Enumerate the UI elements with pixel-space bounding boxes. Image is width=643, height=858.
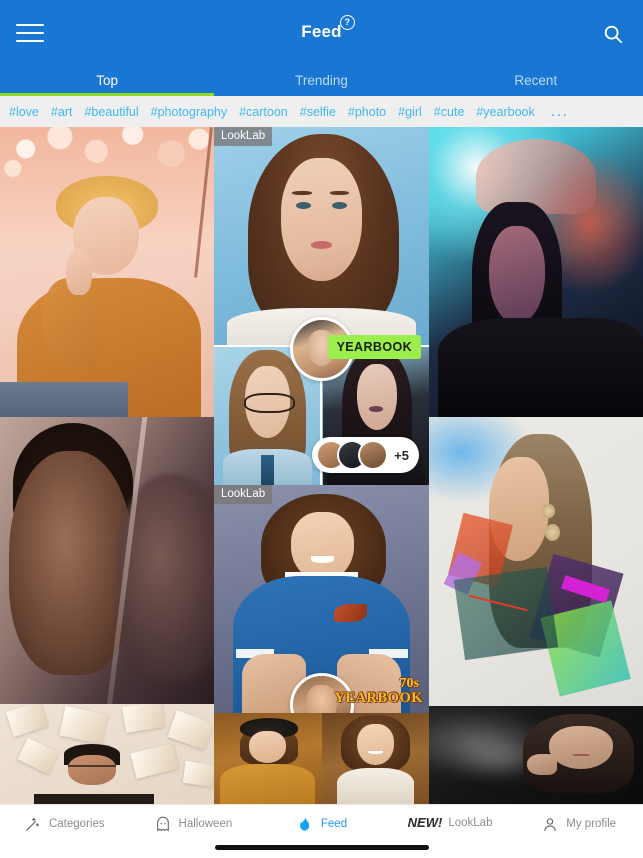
- post-image: [0, 127, 214, 417]
- magic-wand-icon: [24, 815, 42, 833]
- feed-card-looklab-yearbook-collage[interactable]: LookLab YEARBOOK +5: [214, 127, 429, 485]
- looklab-badge: LookLab: [214, 127, 273, 146]
- nav-item-halloween[interactable]: Halloween: [129, 805, 258, 833]
- bottom-navigation: Categories Halloween Feed NEW! LookLab M…: [0, 804, 643, 858]
- home-indicator: [214, 845, 429, 850]
- feed-grid[interactable]: LookLab YEARBOOK +5 LookLab 70s YEARBOOK: [0, 127, 643, 805]
- hashtag-girl[interactable]: #girl: [398, 105, 422, 119]
- hashtag-selfie[interactable]: #selfie: [300, 105, 336, 119]
- help-icon[interactable]: ?: [339, 15, 355, 30]
- nav-label-halloween: Halloween: [178, 818, 233, 830]
- page-title-text: Feed: [301, 22, 342, 41]
- post-image: [429, 417, 643, 706]
- search-icon[interactable]: [597, 18, 629, 50]
- hashtag-yearbook[interactable]: #yearbook: [476, 105, 534, 119]
- flame-icon: [296, 815, 314, 833]
- post-image: [0, 704, 214, 805]
- tab-top[interactable]: Top: [0, 64, 214, 96]
- app-root: Feed ? Top Trending Recent #love #art #b…: [0, 0, 643, 858]
- nav-label-feed: Feed: [320, 818, 348, 830]
- style-badge-yearbook: YEARBOOK: [327, 335, 421, 359]
- new-badge: NEW!: [407, 815, 443, 830]
- more-results-badge[interactable]: +5: [312, 437, 419, 473]
- post-image: [429, 127, 643, 417]
- nav-label-my-profile: My profile: [566, 818, 617, 830]
- tab-recent-label: Recent: [514, 72, 558, 88]
- yearbook-label: YEARBOOK: [334, 689, 423, 706]
- tab-trending-label: Trending: [295, 72, 348, 88]
- style-badge-70s-yearbook: 70s YEARBOOK: [334, 675, 423, 706]
- feed-card-geometric-collage-portrait[interactable]: [429, 417, 643, 706]
- post-image: [321, 713, 429, 805]
- search-glyph: [604, 25, 623, 44]
- feed-column-right: [429, 127, 643, 805]
- flame-glyph: [300, 817, 310, 831]
- nav-item-categories[interactable]: Categories: [0, 805, 129, 833]
- app-header: Feed ?: [0, 0, 643, 64]
- decade-label: 70s: [399, 675, 419, 691]
- hashtag-beautiful[interactable]: #beautiful: [84, 105, 138, 119]
- feed-card-dark-double-exposure[interactable]: [0, 417, 214, 704]
- person-icon: [541, 815, 559, 833]
- nav-label-looklab: LookLab: [448, 816, 493, 829]
- nav-item-looklab[interactable]: NEW! LookLab: [386, 805, 515, 830]
- post-image: [214, 713, 322, 805]
- nav-label-categories: Categories: [48, 818, 105, 830]
- hashtag-photo[interactable]: #photo: [348, 105, 386, 119]
- tab-recent[interactable]: Recent: [429, 64, 643, 96]
- nav-item-feed[interactable]: Feed: [257, 805, 386, 833]
- more-results-count: +5: [394, 447, 409, 463]
- result-thumb: [358, 440, 389, 470]
- feed-card-looklab-70s-yearbook[interactable]: LookLab 70s YEARBOOK: [214, 485, 429, 713]
- tab-top-label: Top: [96, 72, 119, 88]
- hashtag-cute[interactable]: #cute: [434, 105, 465, 119]
- person-glyph: [544, 817, 556, 831]
- post-image: [0, 417, 214, 704]
- feed-tabs: Top Trending Recent: [0, 64, 643, 96]
- tab-trending[interactable]: Trending: [214, 64, 428, 96]
- feed-card-autumn-illustration[interactable]: [0, 127, 214, 417]
- ghost-icon: [154, 815, 172, 833]
- feed-card-70s-duo-portraits[interactable]: [214, 713, 429, 805]
- hashtag-bar[interactable]: #love #art #beautiful #photography #cart…: [0, 96, 643, 127]
- hashtag-love[interactable]: #love: [9, 105, 39, 119]
- feed-card-bw-smoke-portrait[interactable]: [429, 706, 643, 805]
- nav-item-my-profile[interactable]: My profile: [514, 805, 643, 833]
- hashtag-more-icon[interactable]: ...: [551, 103, 569, 119]
- post-image: [429, 706, 643, 805]
- feed-column-middle: LookLab YEARBOOK +5 LookLab 70s YEARBOOK: [214, 127, 429, 805]
- feed-column-left: [0, 127, 214, 805]
- looklab-badge: LookLab: [214, 485, 273, 504]
- magic-wand-glyph: [26, 817, 40, 831]
- feed-card-books-portrait[interactable]: [0, 704, 214, 805]
- hashtag-art[interactable]: #art: [51, 105, 73, 119]
- hashtag-cartoon[interactable]: #cartoon: [239, 105, 288, 119]
- ghost-glyph: [156, 816, 169, 831]
- post-image: [214, 127, 429, 485]
- feed-card-neon-glitch-portrait[interactable]: [429, 127, 643, 417]
- page-title: Feed ?: [0, 0, 643, 64]
- hashtag-photography[interactable]: #photography: [151, 105, 227, 119]
